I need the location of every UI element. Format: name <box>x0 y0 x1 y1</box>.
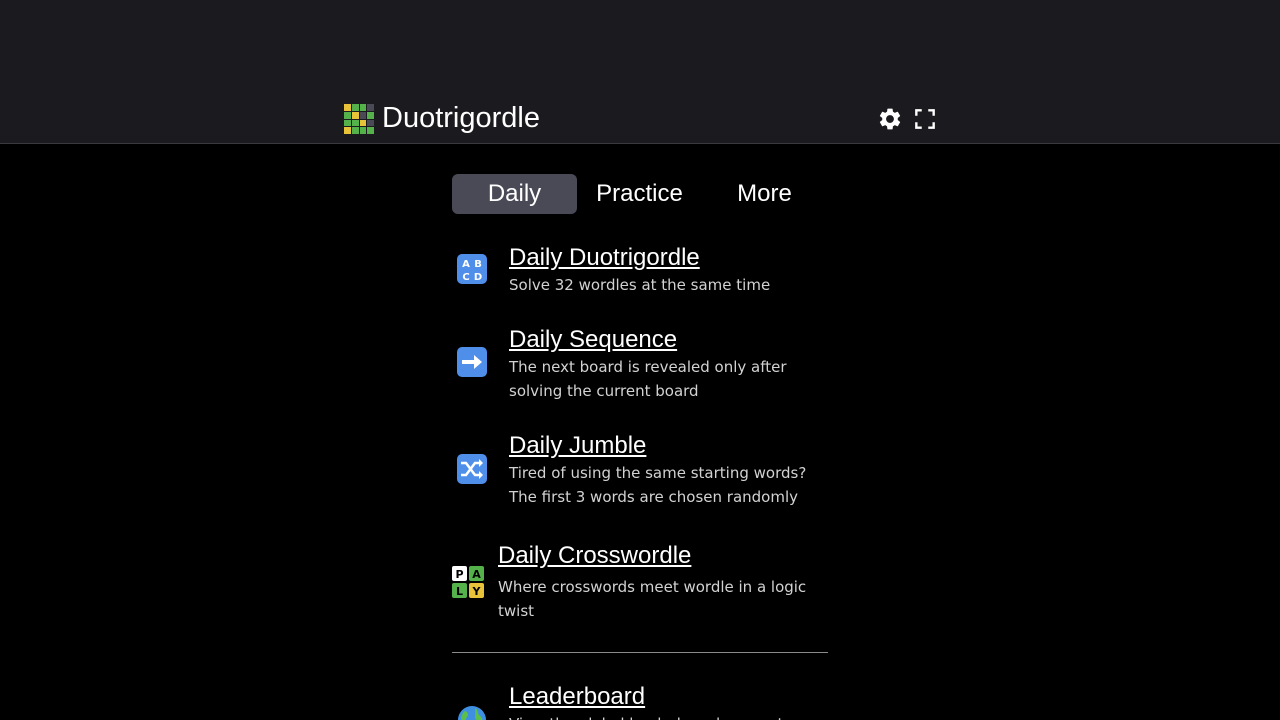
tab-practice[interactable]: Practice <box>577 174 702 214</box>
logo-tile <box>351 119 359 127</box>
duotrigordle-logo-icon <box>344 104 374 134</box>
logo-tile <box>359 104 367 111</box>
mode-tabs: Daily Practice More <box>452 174 828 214</box>
section-divider <box>452 652 828 653</box>
daily-duotrigordle-link[interactable]: Daily Duotrigordle <box>509 244 700 272</box>
daily-jumble-link[interactable]: Daily Jumble <box>509 432 646 460</box>
item-description: Tired of using the same starting words? … <box>509 464 807 506</box>
app-title: Duotrigordle <box>382 102 540 134</box>
leaderboard-link[interactable]: Leaderboard <box>509 683 645 711</box>
item-description: View the global leaderboard or create a <box>509 712 828 720</box>
item-description: Solve 32 wordles at the same time <box>509 276 771 294</box>
logo-tile <box>359 127 367 134</box>
fullscreen-icon <box>915 109 935 129</box>
logo-tile <box>367 127 374 134</box>
logo-tile <box>351 104 359 111</box>
tile-letter: A <box>472 568 481 581</box>
daily-sequence-link[interactable]: Daily Sequence <box>509 326 677 354</box>
logo-tile <box>344 111 351 119</box>
settings-button[interactable] <box>877 106 903 132</box>
logo-tile <box>344 104 351 111</box>
svg-text:B: B <box>474 259 482 270</box>
logo-tile <box>344 127 351 134</box>
right-arrow-icon <box>456 346 488 378</box>
svg-text:C: C <box>462 272 469 283</box>
logo-tile <box>367 104 374 111</box>
logo-tile <box>367 111 374 119</box>
play-tiles-icon: P A L Y <box>452 566 484 598</box>
daily-crosswordle-link[interactable]: Daily Crosswordle <box>498 542 691 570</box>
tile-letter: L <box>456 585 463 598</box>
tile-letter: Y <box>472 585 482 598</box>
shuffle-icon <box>456 453 488 485</box>
logo-tile <box>351 127 359 134</box>
abcd-icon: A B C D <box>456 253 488 285</box>
svg-text:D: D <box>474 272 482 283</box>
logo-tile <box>351 111 359 119</box>
logo-tile <box>359 111 367 119</box>
globe-icon <box>456 704 488 720</box>
tab-more[interactable]: More <box>702 174 827 214</box>
fullscreen-button[interactable] <box>912 106 938 132</box>
logo-tile <box>344 119 351 127</box>
gear-icon <box>879 108 901 130</box>
tile-letter: P <box>455 568 463 581</box>
item-description: Where crosswords meet wordle in a logic … <box>498 578 807 620</box>
tab-daily[interactable]: Daily <box>452 174 577 214</box>
app-header: Duotrigordle <box>0 0 1280 144</box>
svg-text:A: A <box>462 259 470 270</box>
item-description: The next board is revealed only after so… <box>509 358 787 400</box>
list-item-leaderboard: Leaderboard View the global leaderboard … <box>452 683 828 720</box>
logo-tile <box>367 119 374 127</box>
logo-tile <box>359 119 367 127</box>
